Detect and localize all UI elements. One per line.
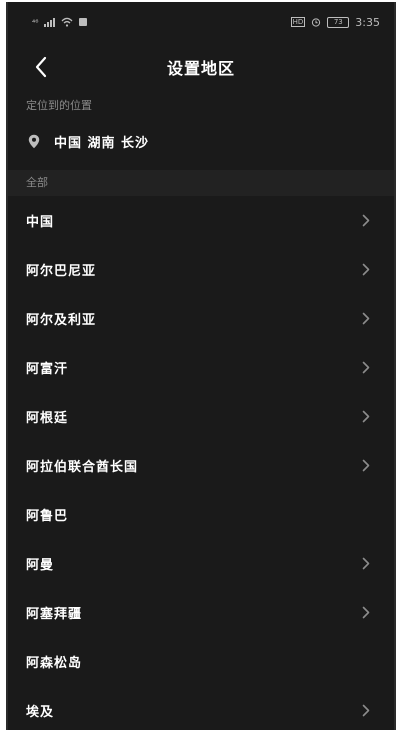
located-location-text: 中国 湖南 长沙 <box>54 135 150 151</box>
region-list-item[interactable]: 阿塞拜疆 <box>8 588 394 637</box>
hd-badge: HD <box>290 17 306 27</box>
region-name: 阿鲁巴 <box>26 509 69 524</box>
status-time: 3:35 <box>355 15 380 29</box>
region-list-item[interactable]: 阿拉伯联合酋长国 <box>8 441 394 490</box>
region-list-item[interactable]: 埃及 <box>8 686 394 730</box>
region-list-item[interactable]: 中国 <box>8 196 394 245</box>
chevron-right-icon <box>362 704 372 718</box>
chevron-right-icon <box>362 214 372 228</box>
chevron-right-icon <box>362 263 372 277</box>
region-name: 阿曼 <box>26 558 55 573</box>
notification-icon <box>79 18 88 26</box>
chevron-right-icon <box>362 459 372 473</box>
chevron-right-icon <box>362 410 372 424</box>
region-list: 中国阿尔巴尼亚阿尔及利亚阿富汗阿根廷阿拉伯联合酋长国 阿鲁巴阿曼阿塞拜疆阿森松岛埃… <box>8 196 394 730</box>
page-title: 设置地区 <box>166 59 235 78</box>
battery-level-text: 73 <box>333 17 343 26</box>
chevron-left-icon <box>35 56 47 78</box>
region-name: 阿尔巴尼亚 <box>26 264 97 279</box>
region-name: 阿根廷 <box>26 411 69 426</box>
status-left: ⁴⁶ <box>32 17 88 27</box>
region-name: 阿拉伯联合酋长国 <box>26 460 139 475</box>
region-list-item[interactable]: 阿尔巴尼亚 <box>8 245 394 294</box>
chevron-right-icon <box>362 312 372 326</box>
navigation-bar: 设置地区 <box>8 42 394 92</box>
chevron-right-icon <box>362 361 372 375</box>
region-name: 阿塞拜疆 <box>26 607 83 622</box>
located-section-label: 定位到的位置 <box>26 99 92 112</box>
region-list-item[interactable]: 阿鲁巴 <box>8 490 394 539</box>
chevron-right-icon <box>362 606 372 620</box>
phone-screen: ⁴⁶ HD 73 3:35 设置地区 定位到的位置 中国 湖南 长沙 全部 中国… <box>6 2 396 730</box>
all-section-label: 全部 <box>8 170 394 196</box>
region-list-item[interactable]: 阿尔及利亚 <box>8 294 394 343</box>
signal-icon <box>44 17 56 27</box>
network-type-text: ⁴⁶ <box>32 17 39 27</box>
chevron-right-icon <box>362 557 372 571</box>
region-name: 阿尔及利亚 <box>26 313 97 328</box>
battery-icon: 73 <box>327 16 350 28</box>
region-name: 阿富汗 <box>26 362 69 377</box>
wifi-icon <box>61 17 73 27</box>
status-bar: ⁴⁶ HD 73 3:35 <box>8 2 394 42</box>
region-list-item[interactable]: 阿根廷 <box>8 392 394 441</box>
location-pin-icon <box>28 134 40 148</box>
located-location-row[interactable]: 中国 湖南 长沙 <box>8 118 394 164</box>
region-list-item[interactable]: 阿曼 <box>8 539 394 588</box>
back-button[interactable] <box>26 52 56 82</box>
region-name: 中国 <box>26 215 55 230</box>
status-right: HD 73 3:35 <box>290 15 380 29</box>
region-list-item[interactable]: 阿富汗 <box>8 343 394 392</box>
alarm-icon <box>312 18 321 27</box>
region-name: 埃及 <box>26 705 55 720</box>
region-list-item[interactable]: 阿森松岛 <box>8 637 394 686</box>
region-name: 阿森松岛 <box>26 656 83 671</box>
